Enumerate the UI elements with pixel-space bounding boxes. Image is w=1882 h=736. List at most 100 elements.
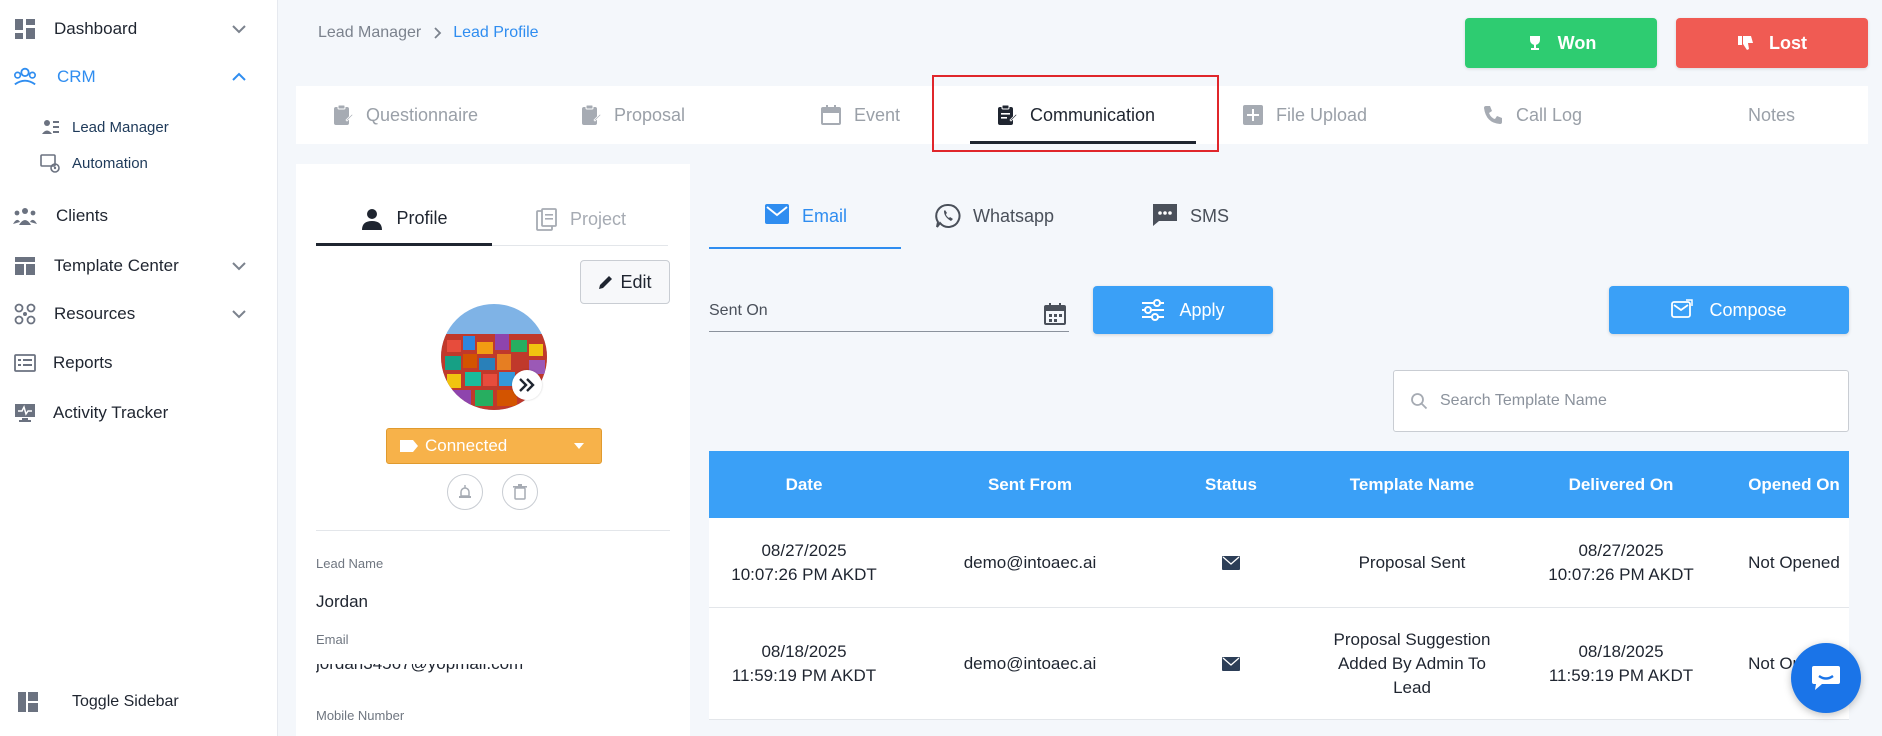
tab-communication[interactable]: Communication: [996, 86, 1155, 144]
column-header-delivered-on[interactable]: Delivered On: [1523, 451, 1719, 518]
sidebar-subitem-automation[interactable]: Automation: [40, 148, 148, 178]
tab-label: Communication: [1030, 104, 1156, 125]
delete-button[interactable]: [502, 474, 538, 510]
lead-name-label: Lead Name: [316, 556, 384, 571]
search-template-field[interactable]: [1393, 370, 1849, 432]
sidebar-subitem-lead-manager[interactable]: Lead Manager: [40, 112, 169, 142]
cell-template-name: Proposal Suggestion Added By Admin To Le…: [1333, 629, 1491, 697]
cell-sent-from: demo@intoaec.ai: [963, 552, 1097, 572]
sidebar-item-dashboard[interactable]: Dashboard: [0, 9, 278, 49]
table-row[interactable]: 08/18/2025 11:59:19 PM AKDT demo@intoaec…: [709, 608, 1849, 720]
tab-questionnaire[interactable]: Questionnaire: [332, 86, 478, 144]
sidebar-item-label: Dashboard: [54, 19, 138, 38]
sidebar-item-label: Clients: [56, 206, 108, 225]
tab-whatsapp[interactable]: Whatsapp: [935, 186, 1054, 246]
expand-avatar-button[interactable]: [512, 370, 542, 400]
mail-icon: [764, 203, 790, 229]
column-header-opened-on[interactable]: Opened On: [1719, 451, 1869, 518]
sent-on-date-picker[interactable]: Sent On: [709, 294, 1069, 332]
clipboard-edit-icon: [580, 104, 602, 126]
trophy-icon: [1526, 34, 1544, 52]
chat-icon: [1152, 203, 1178, 229]
compose-button[interactable]: Compose: [1609, 286, 1849, 334]
sidebar-item-clients[interactable]: Clients: [0, 196, 278, 236]
chat-support-button[interactable]: [1791, 643, 1861, 713]
double-chevron-right-icon: [518, 377, 536, 393]
tag-icon: [399, 439, 419, 453]
cell-delivered-on: 08/27/2025 10:07:26 PM AKDT: [1548, 540, 1694, 584]
apply-label: Apply: [1179, 299, 1225, 320]
profile-card: Profile Project Edit Connected Lead Name…: [296, 164, 690, 736]
tab-file-upload[interactable]: File Upload: [1242, 86, 1367, 144]
activity-tracker-icon: [13, 401, 37, 425]
clipboard-edit-icon: [332, 104, 354, 126]
toggle-sidebar-label: Toggle Sidebar: [72, 693, 179, 710]
calendar-icon[interactable]: [1043, 302, 1067, 326]
tab-label: File Upload: [1276, 104, 1368, 125]
lost-label: Lost: [1769, 32, 1807, 53]
tab-event[interactable]: Event: [820, 86, 900, 144]
tab-proposal[interactable]: Proposal: [580, 86, 685, 144]
lead-status-dropdown[interactable]: Connected: [386, 428, 602, 464]
alert-button[interactable]: [447, 474, 483, 510]
channel-tab-indicator: [709, 247, 901, 249]
cell-sent-from: demo@intoaec.ai: [963, 653, 1097, 673]
tab-label: SMS: [1190, 205, 1230, 226]
project-icon: [534, 207, 558, 232]
thumbs-down-icon: [1737, 34, 1755, 52]
tab-label: Proposal: [614, 104, 686, 125]
sidebar-item-label: Template Center: [54, 256, 179, 275]
table-header: Date Sent From Status Template Name Deli…: [709, 451, 1849, 518]
automation-icon: [40, 153, 60, 173]
tab-label: Notes: [1748, 104, 1796, 125]
table-row[interactable]: 08/27/2025 10:07:26 PM AKDT demo@intoaec…: [709, 518, 1849, 608]
sidebar-item-crm[interactable]: CRM: [0, 57, 278, 97]
email-value-clip: jordan34567@yopmail.com: [316, 664, 670, 676]
tab-label: Email: [802, 205, 848, 226]
sidebar-item-label: Reports: [53, 353, 113, 372]
tab-sms[interactable]: SMS: [1152, 186, 1229, 246]
sliders-icon: [1141, 299, 1165, 321]
calendar-icon: [820, 104, 842, 126]
plus-box-icon: [1242, 104, 1264, 126]
won-button[interactable]: Won: [1465, 18, 1657, 68]
email-label: Email: [316, 632, 349, 647]
apply-button[interactable]: Apply: [1093, 286, 1273, 334]
column-header-date[interactable]: Date: [709, 451, 899, 518]
chevron-up-icon: [230, 68, 248, 86]
edit-button[interactable]: Edit: [580, 260, 670, 304]
tab-project[interactable]: Project: [492, 194, 668, 246]
compose-label: Compose: [1709, 299, 1787, 320]
chevron-down-icon: [230, 305, 248, 323]
tab-call-log[interactable]: Call Log: [1482, 86, 1582, 144]
column-header-template-name[interactable]: Template Name: [1301, 451, 1523, 518]
search-template-input[interactable]: [1440, 392, 1820, 410]
whatsapp-icon: [935, 203, 961, 229]
sidebar-item-resources[interactable]: Resources: [0, 294, 278, 334]
column-header-status[interactable]: Status: [1161, 451, 1301, 518]
tab-notes[interactable]: Notes: [1748, 86, 1795, 144]
sidebar-item-activity-tracker[interactable]: Activity Tracker: [0, 393, 278, 433]
toggle-sidebar-button[interactable]: Toggle Sidebar: [0, 684, 278, 720]
alarm-icon: [457, 484, 473, 500]
cell-delivered-on: 08/18/2025 11:59:19 PM AKDT: [1548, 641, 1694, 685]
tab-label: Project: [569, 209, 627, 229]
sidebar-item-reports[interactable]: Reports: [0, 343, 278, 383]
sent-on-label: Sent On: [709, 302, 768, 319]
email-log-table: Date Sent From Status Template Name Deli…: [709, 451, 1849, 720]
sidebar-item-template-center[interactable]: Template Center: [0, 246, 278, 286]
lead-manager-icon: [40, 117, 60, 137]
phone-icon: [1482, 104, 1504, 126]
cell-date: 08/18/2025 11:59:19 PM AKDT: [731, 641, 877, 685]
sidebar-item-label: Activity Tracker: [53, 403, 169, 422]
tab-email[interactable]: Email: [764, 186, 847, 246]
cell-status: [1161, 518, 1301, 607]
breadcrumb-lead-manager[interactable]: Lead Manager: [318, 24, 421, 42]
caret-down-icon: [573, 442, 585, 450]
chevron-down-icon: [230, 257, 248, 275]
column-header-sent-from[interactable]: Sent From: [899, 451, 1161, 518]
lost-button[interactable]: Lost: [1676, 18, 1868, 68]
tab-label: Questionnaire: [366, 104, 479, 125]
reports-icon: [13, 351, 37, 375]
tab-profile[interactable]: Profile: [316, 194, 492, 246]
